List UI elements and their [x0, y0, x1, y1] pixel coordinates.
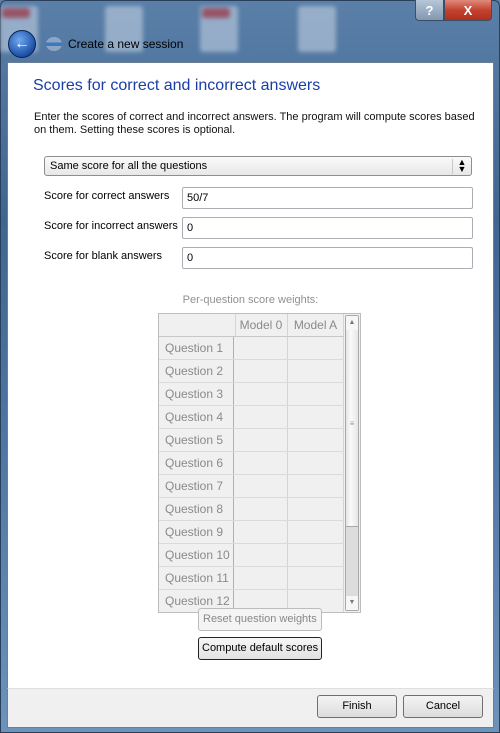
- weight-cell[interactable]: [235, 406, 288, 428]
- weight-cell[interactable]: [288, 337, 344, 359]
- table-row: Question 5: [159, 429, 344, 452]
- weight-cell[interactable]: [288, 521, 344, 543]
- help-button[interactable]: ?: [415, 0, 444, 21]
- blurred-desktop-icon: [298, 6, 336, 52]
- back-button[interactable]: ←: [8, 30, 36, 58]
- incorrect-score-input[interactable]: [182, 217, 473, 239]
- weight-cell[interactable]: [235, 360, 288, 382]
- row-header[interactable]: Question 3: [162, 383, 234, 405]
- row-header[interactable]: Question 7: [162, 475, 234, 497]
- weight-cell[interactable]: [288, 406, 344, 428]
- weight-cell[interactable]: [235, 544, 288, 566]
- scroll-down-icon[interactable]: ▼: [346, 596, 358, 610]
- weight-cell[interactable]: [235, 429, 288, 451]
- row-header[interactable]: Question 6: [162, 452, 234, 474]
- row-header[interactable]: Question 4: [162, 406, 234, 428]
- correct-score-label: Score for correct answers: [44, 190, 170, 202]
- score-mode-select[interactable]: Same score for all the questions ▲ ▼: [44, 156, 472, 176]
- arrow-left-icon: ←: [14, 35, 30, 52]
- app-icon: [46, 37, 62, 51]
- score-mode-value: Same score for all the questions: [50, 160, 208, 172]
- weight-cell[interactable]: [288, 383, 344, 405]
- table-row: Question 1: [159, 337, 344, 360]
- compute-default-scores-button[interactable]: Compute default scores: [198, 637, 323, 660]
- row-header[interactable]: Question 1: [162, 337, 234, 359]
- close-button[interactable]: X: [444, 0, 492, 21]
- table-row: Question 7: [159, 475, 344, 498]
- weight-cell[interactable]: [288, 475, 344, 497]
- weights-table-caption: Per-question score weights:: [182, 294, 319, 306]
- weight-cell[interactable]: [235, 567, 288, 589]
- wizard-footer: Finish Cancel: [7, 688, 494, 728]
- row-header[interactable]: Question 2: [162, 360, 234, 382]
- corner-header: [159, 314, 236, 336]
- weight-cell[interactable]: [235, 521, 288, 543]
- updown-arrows-icon: ▲ ▼: [452, 158, 471, 174]
- cancel-button[interactable]: Cancel: [403, 695, 483, 718]
- table-row: Question 11: [159, 567, 344, 590]
- reset-weights-button[interactable]: Reset question weights: [198, 608, 322, 631]
- weight-cell[interactable]: [235, 337, 288, 359]
- finish-button[interactable]: Finish: [317, 695, 397, 718]
- row-header[interactable]: Question 10: [162, 544, 234, 566]
- weight-cell[interactable]: [235, 383, 288, 405]
- row-header[interactable]: Question 9: [162, 521, 234, 543]
- table-row: Question 9: [159, 521, 344, 544]
- weight-cell[interactable]: [235, 475, 288, 497]
- weight-cell[interactable]: [288, 429, 344, 451]
- scrollbar-thumb[interactable]: ≡: [346, 330, 358, 527]
- table-row: Question 3: [159, 383, 344, 406]
- table-row: Question 10: [159, 544, 344, 567]
- table-row: Question 6: [159, 452, 344, 475]
- weight-cell[interactable]: [235, 452, 288, 474]
- page-description: Enter the scores of correct and incorrec…: [34, 111, 475, 136]
- blank-score-label: Score for blank answers: [44, 250, 162, 262]
- weights-table: Model 0 Model A Question 1 Question 2 Ques…: [158, 313, 361, 613]
- table-header: Model 0 Model A: [159, 314, 344, 337]
- column-header[interactable]: Model 0: [235, 314, 288, 336]
- scroll-up-icon[interactable]: ▲: [346, 316, 358, 330]
- row-header[interactable]: Question 5: [162, 429, 234, 451]
- column-header[interactable]: Model A: [288, 314, 344, 336]
- table-body: Question 1 Question 2 Question 3 Question 4…: [159, 337, 344, 612]
- table-row: Question 2: [159, 360, 344, 383]
- incorrect-score-label: Score for incorrect answers: [44, 220, 178, 232]
- weight-cell[interactable]: [288, 360, 344, 382]
- blank-score-input[interactable]: [182, 247, 473, 269]
- weight-cell[interactable]: [288, 567, 344, 589]
- row-header[interactable]: Question 11: [162, 567, 234, 589]
- weight-cell[interactable]: [235, 498, 288, 520]
- row-header[interactable]: Question 8: [162, 498, 234, 520]
- wizard-page: Scores for correct and incorrect answers…: [7, 62, 494, 689]
- correct-score-input[interactable]: [182, 187, 473, 209]
- page-title: Scores for correct and incorrect answers: [33, 77, 321, 94]
- table-row: Question 8: [159, 498, 344, 521]
- window-title: Create a new session: [68, 37, 184, 51]
- blurred-desktop-icon: [200, 6, 238, 52]
- table-row: Question 4: [159, 406, 344, 429]
- weight-cell[interactable]: [288, 452, 344, 474]
- weight-cell[interactable]: [288, 498, 344, 520]
- table-scrollbar[interactable]: ▲ ≡ ▼: [345, 315, 359, 611]
- grip-icon: ≡: [349, 419, 355, 428]
- wizard-nav: ← Create a new session: [8, 30, 183, 58]
- weight-cell[interactable]: [288, 544, 344, 566]
- window-controls: ? X: [415, 0, 492, 21]
